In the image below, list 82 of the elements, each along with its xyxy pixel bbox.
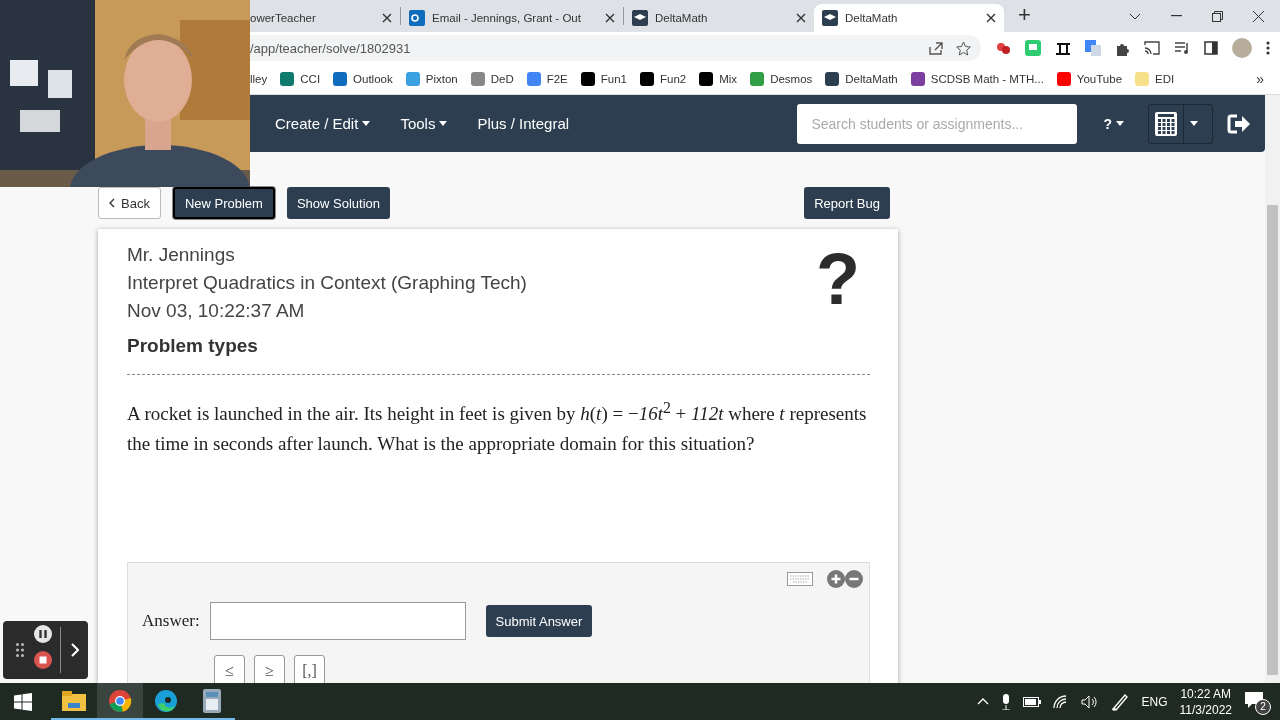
translate-icon[interactable] bbox=[1085, 40, 1101, 56]
edge-icon[interactable] bbox=[154, 688, 178, 713]
microphone-icon[interactable] bbox=[1001, 693, 1012, 710]
bookmark-link[interactable]: CCI bbox=[300, 73, 321, 85]
bookmark-link[interactable]: Fun2 bbox=[660, 73, 687, 85]
bookmark-link[interactable]: SCDSB Math - MTH... bbox=[930, 73, 1044, 85]
clock[interactable]: 10:22 AM 11/3/2022 bbox=[1179, 685, 1232, 718]
bookmark-link[interactable]: EDI bbox=[1155, 73, 1175, 85]
skill-title: Interpret Quadratics in Context (Graphing Tech) bbox=[127, 271, 527, 295]
stop-icon[interactable] bbox=[34, 651, 52, 669]
close-icon[interactable] bbox=[382, 13, 392, 23]
close-icon[interactable] bbox=[796, 13, 806, 23]
chevron-left-icon bbox=[109, 198, 115, 208]
nav-menu[interactable]: Create / Edit bbox=[275, 115, 371, 132]
bookmark-link[interactable]: YouTube bbox=[1076, 73, 1123, 85]
close-icon[interactable] bbox=[605, 13, 615, 23]
more-icon[interactable] bbox=[1266, 41, 1270, 55]
nav-menu[interactable]: Tools bbox=[400, 115, 448, 132]
close-icon[interactable] bbox=[986, 13, 996, 23]
nav-menu[interactable]: Plus / Integral bbox=[477, 115, 570, 132]
restore-icon[interactable] bbox=[1212, 10, 1223, 22]
speaker-icon[interactable] bbox=[1081, 694, 1100, 709]
section-heading: Problem types bbox=[127, 335, 259, 357]
new-tab-button[interactable]: + bbox=[1018, 1, 1031, 28]
answer-label: Answer: bbox=[142, 611, 200, 631]
keyboard-icon[interactable] bbox=[787, 572, 813, 586]
help-mark[interactable]: ? bbox=[816, 243, 860, 325]
browser-tab[interactable]: DeltaMath bbox=[624, 4, 814, 32]
bookmark-link[interactable]: Pixton bbox=[425, 73, 458, 85]
submit-answer-button[interactable]: Submit Answer bbox=[485, 605, 593, 637]
pause-icon[interactable] bbox=[34, 625, 52, 643]
bookmark-link[interactable]: F2E bbox=[546, 73, 568, 85]
help-menu[interactable]: ? bbox=[1097, 114, 1130, 133]
folder-icon[interactable] bbox=[62, 690, 86, 711]
share-icon[interactable] bbox=[928, 41, 944, 55]
minimize-icon[interactable] bbox=[1171, 15, 1182, 17]
answer-field[interactable] bbox=[209, 602, 466, 640]
search-field[interactable]: Search students or assignments... bbox=[797, 103, 1078, 144]
teacher-name: Mr. Jennings bbox=[127, 243, 236, 267]
media-icon[interactable] bbox=[1174, 41, 1190, 55]
caret-icon bbox=[1190, 121, 1198, 126]
cast-icon[interactable] bbox=[1144, 41, 1160, 55]
plus-icon[interactable] bbox=[827, 570, 845, 588]
drag-handle-icon[interactable] bbox=[16, 643, 24, 657]
chevron-up-icon[interactable] bbox=[977, 698, 990, 705]
bookmark-link[interactable]: DeD bbox=[490, 73, 514, 85]
bookmark-link[interactable]: Outlook bbox=[353, 73, 393, 85]
chrome-icon[interactable] bbox=[108, 688, 132, 713]
logout-icon[interactable] bbox=[1227, 112, 1251, 135]
chevron-right-icon[interactable] bbox=[71, 643, 79, 657]
bookmark-link[interactable]: lley bbox=[250, 73, 268, 85]
mail-icon bbox=[409, 10, 425, 26]
language-indicator[interactable]: ENG bbox=[1141, 694, 1168, 709]
side-panel-icon[interactable] bbox=[1204, 41, 1218, 55]
scrollbar-thumb[interactable] bbox=[1267, 205, 1278, 675]
problem-text: A rocket is launched in the air. Its height in feet is given by h(t) = −16t$^{2}$ + 112t where t represents the time in seconds after launch. What is the appropriate domain for this situation? bbox=[127, 398, 868, 457]
extension-icon[interactable] bbox=[995, 40, 1011, 56]
extension-icon[interactable] bbox=[1055, 40, 1071, 56]
star-icon[interactable] bbox=[956, 40, 971, 56]
bookmark-link[interactable]: Fun1 bbox=[600, 73, 627, 85]
report-bug-button[interactable]: Report Bug bbox=[804, 187, 890, 219]
caret-icon bbox=[1116, 121, 1124, 126]
pen-icon[interactable] bbox=[1111, 692, 1130, 711]
minus-icon[interactable] bbox=[845, 570, 863, 588]
bookmark-link[interactable]: Desmos bbox=[770, 73, 813, 85]
calculator-icon bbox=[1155, 111, 1177, 136]
bookmark-link[interactable]: DeltaMath bbox=[845, 73, 898, 85]
action-button[interactable]: New Problem bbox=[172, 187, 275, 219]
browser-tab[interactable]: owerTeacher bbox=[250, 4, 400, 32]
timestamp: Nov 03, 10:22:37 AM bbox=[127, 299, 306, 323]
calculator-icon[interactable] bbox=[203, 688, 221, 713]
browser-tab[interactable]: Email - Jennings, Grant - Out bbox=[401, 4, 623, 32]
battery-icon[interactable] bbox=[1023, 696, 1042, 707]
action-button[interactable]: Show Solution bbox=[286, 187, 391, 219]
bookmark-link[interactable]: Mix bbox=[719, 73, 738, 85]
close-icon[interactable] bbox=[1253, 10, 1264, 22]
more-bookmarks-button[interactable]: » bbox=[1256, 71, 1264, 87]
chevron-down-icon[interactable] bbox=[1129, 12, 1141, 20]
calculator-button[interactable] bbox=[1148, 103, 1213, 144]
windows-icon bbox=[14, 692, 32, 711]
browser-tab[interactable]: DeltaMath bbox=[814, 4, 1004, 32]
back-button[interactable]: Back bbox=[98, 187, 161, 219]
